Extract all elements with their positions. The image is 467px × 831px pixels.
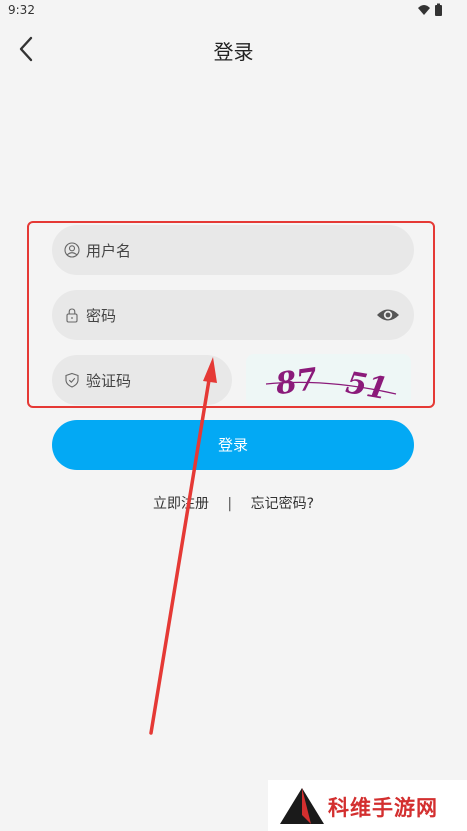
login-button[interactable]: 登录	[52, 420, 414, 470]
app-header: 登录	[0, 22, 467, 78]
auth-links: 立即注册 | 忘记密码?	[0, 493, 467, 513]
annotation-arrow	[149, 357, 217, 735]
highlight-box	[27, 221, 435, 408]
watermark-logo-icon	[280, 788, 324, 824]
watermark-text: 科维手游网	[328, 796, 438, 820]
watermark: 科维手游网	[268, 780, 467, 831]
link-separator: |	[227, 496, 233, 512]
wifi-battery-icon	[418, 3, 442, 16]
page-title: 登录	[213, 40, 254, 64]
forgot-password-link[interactable]: 忘记密码?	[251, 496, 314, 512]
register-link[interactable]: 立即注册	[153, 496, 209, 512]
status-time: 9:32	[8, 3, 35, 17]
status-bar: 9:32	[0, 0, 467, 22]
